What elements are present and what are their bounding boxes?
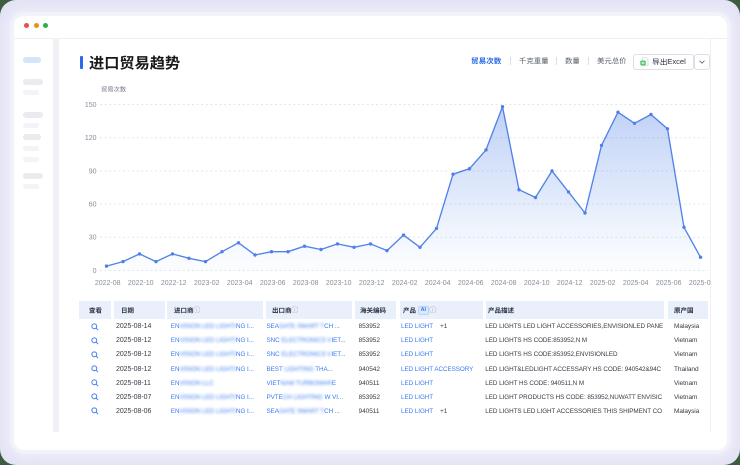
svg-text:2024-02: 2024-02 [392, 280, 418, 287]
svg-text:2024-10: 2024-10 [524, 280, 550, 287]
svg-text:90: 90 [89, 168, 97, 175]
svg-text:2022-08: 2022-08 [95, 280, 121, 287]
svg-text:2023-10: 2023-10 [326, 280, 352, 287]
svg-text:2023-12: 2023-12 [359, 280, 385, 287]
svg-text:2024-04: 2024-04 [425, 280, 451, 287]
svg-text:2024-06: 2024-06 [458, 280, 484, 287]
svg-text:60: 60 [89, 202, 97, 209]
svg-text:120: 120 [85, 135, 97, 142]
svg-text:30: 30 [89, 235, 97, 242]
svg-text:2025-04: 2025-04 [623, 280, 649, 287]
svg-text:2023-06: 2023-06 [260, 280, 286, 287]
svg-text:2025-06: 2025-06 [656, 280, 682, 287]
svg-text:2024-12: 2024-12 [557, 280, 583, 287]
svg-text:2025-02: 2025-02 [590, 280, 616, 287]
svg-text:2022-12: 2022-12 [161, 280, 187, 287]
svg-text:2024-08: 2024-08 [491, 280, 517, 287]
svg-text:2023-08: 2023-08 [293, 280, 319, 287]
svg-text:2022-10: 2022-10 [128, 280, 154, 287]
svg-text:2023-02: 2023-02 [194, 280, 220, 287]
svg-text:150: 150 [85, 102, 97, 109]
svg-text:2025-08: 2025-08 [689, 280, 715, 287]
svg-text:0: 0 [93, 268, 97, 275]
svg-text:2023-04: 2023-04 [227, 280, 253, 287]
